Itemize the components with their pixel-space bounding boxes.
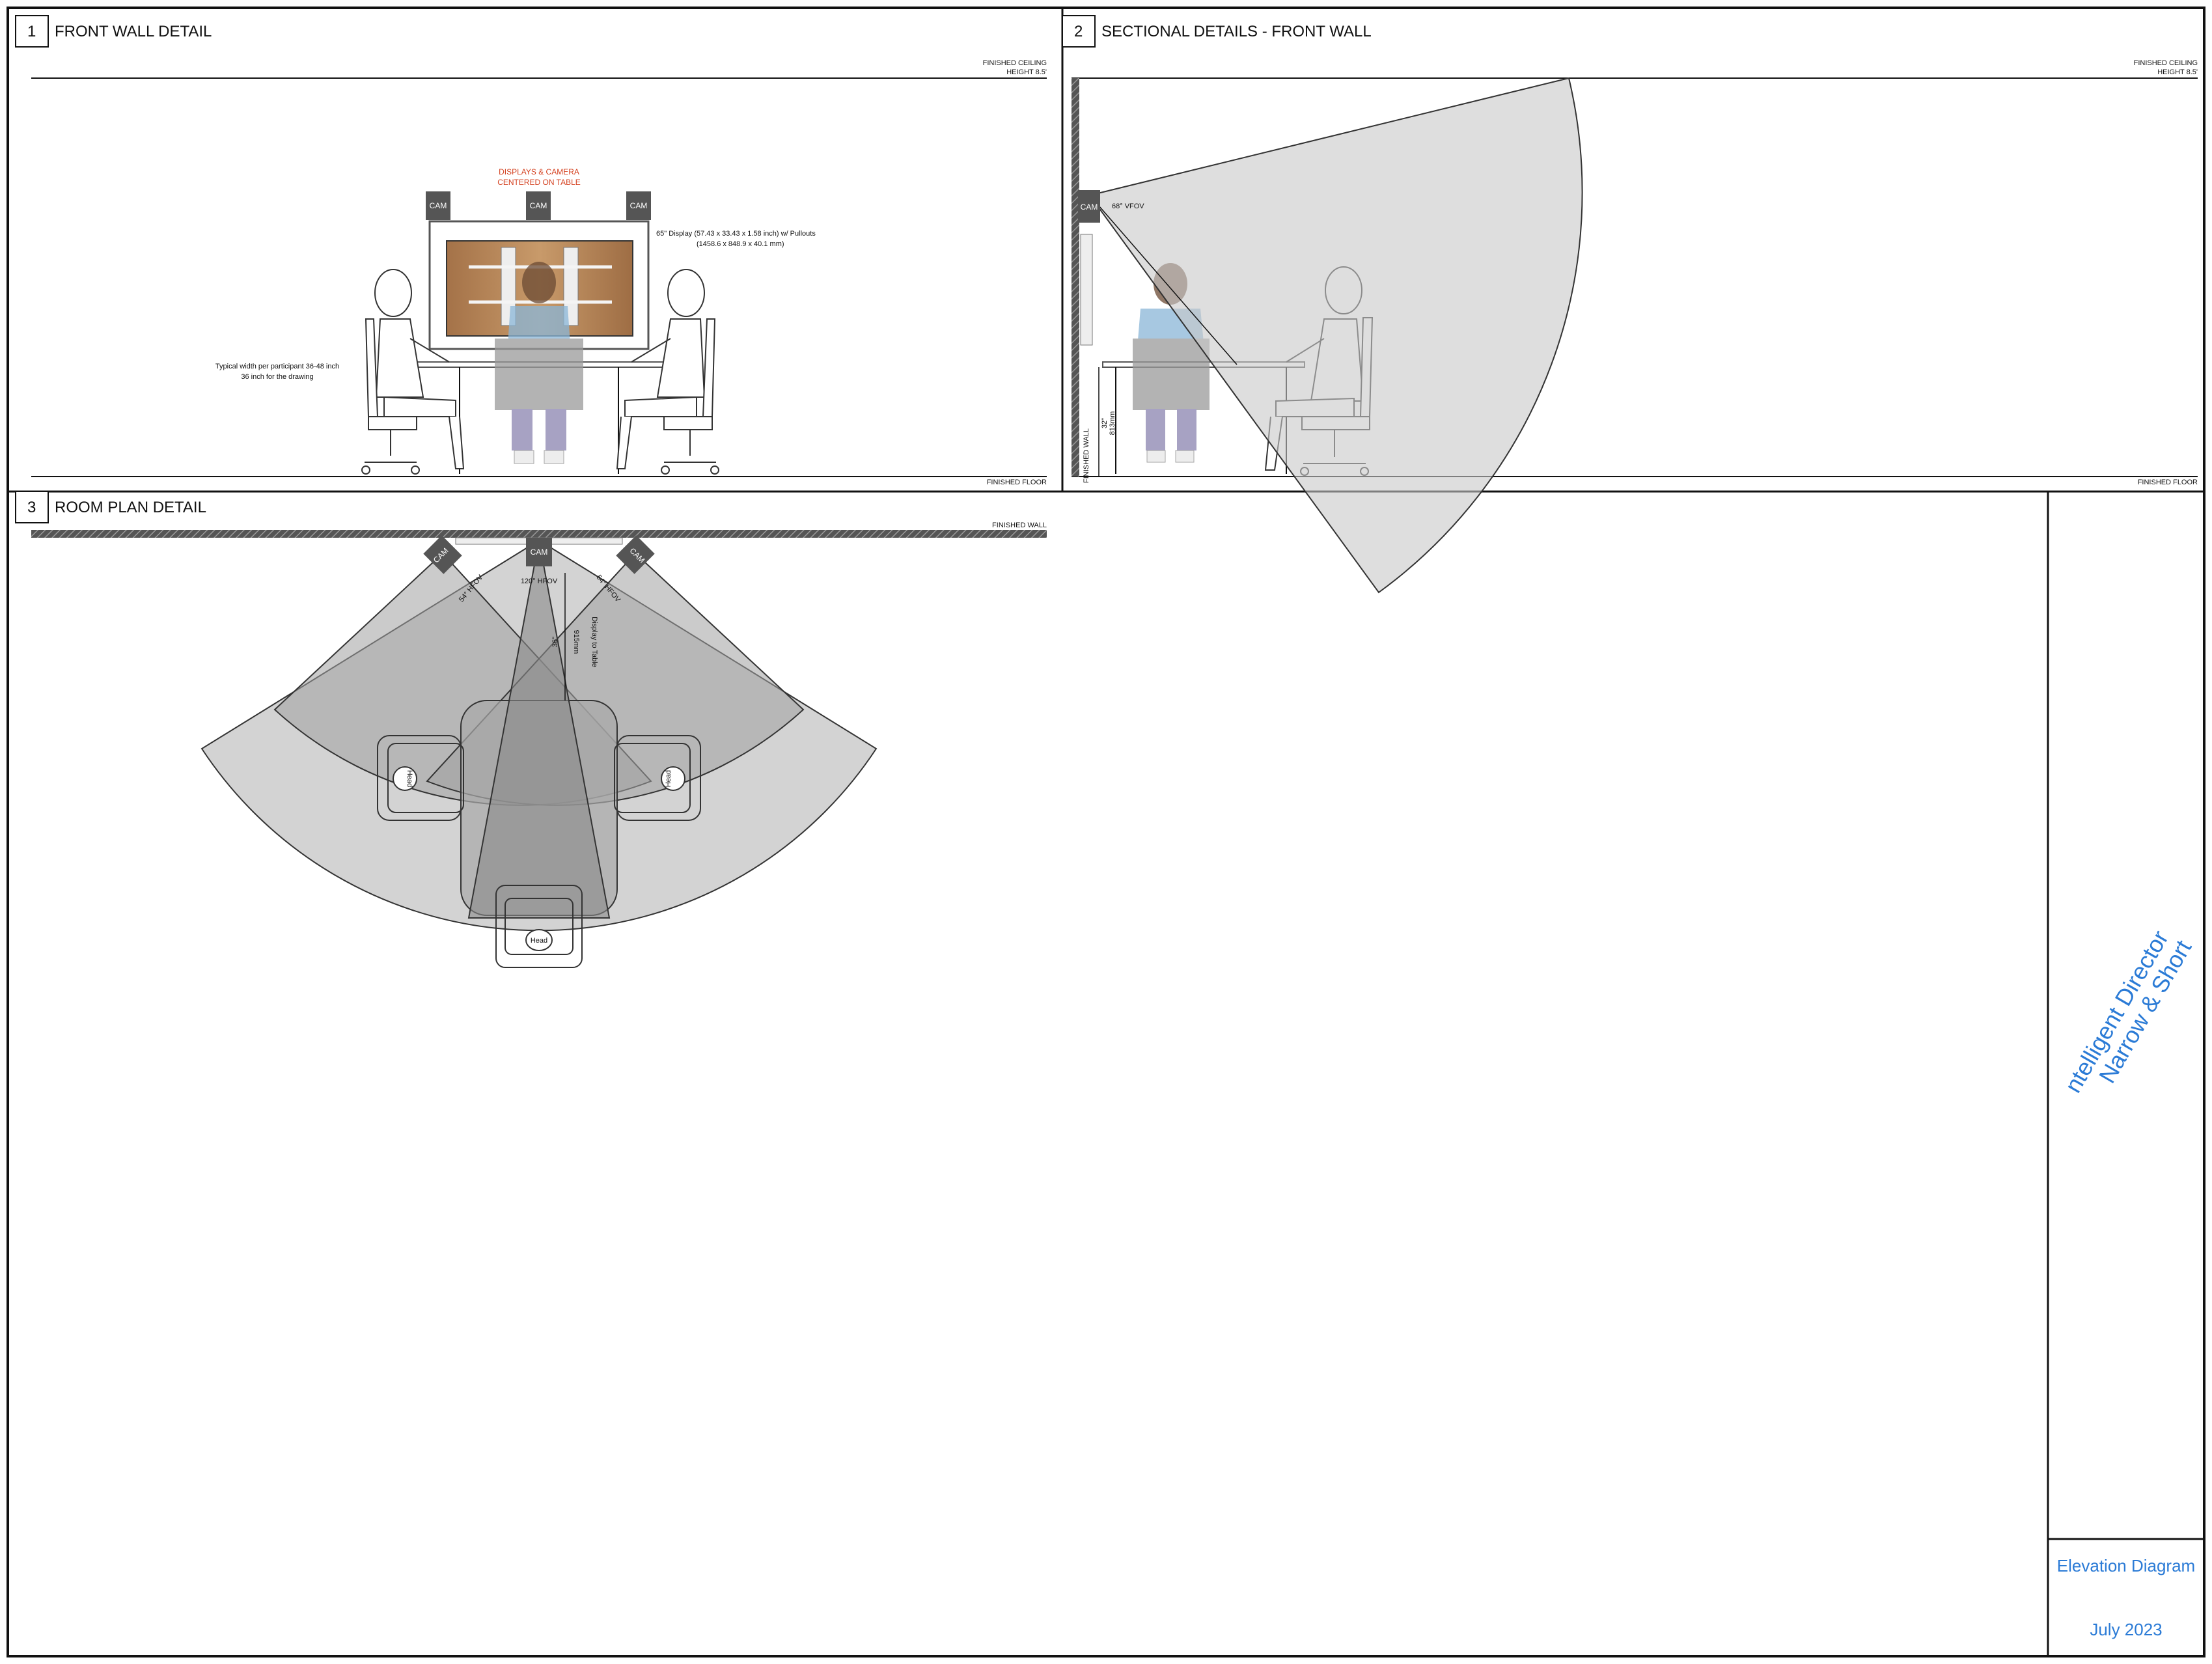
head-label: Head xyxy=(665,770,672,787)
camera-center-label: CAM xyxy=(530,201,547,210)
vfov-label: 68° VFOV xyxy=(1112,202,1144,210)
camera-left-label: CAM xyxy=(430,201,447,210)
panel-title: FRONT WALL DETAIL xyxy=(55,23,212,40)
panel-number: 1 xyxy=(27,23,36,40)
wall-label: FINISHED WALL xyxy=(1083,428,1090,483)
centered-note-line-2: CENTERED ON TABLE xyxy=(497,178,581,187)
wall-section xyxy=(1071,78,1079,477)
sectional-panel: 2 SECTIONAL DETAILS - FRONT WALL FINISHE… xyxy=(1062,15,2198,594)
camera-right-label: CAM xyxy=(630,201,648,210)
camera-label: CAM xyxy=(1081,202,1098,212)
floor-label: FINISHED FLOOR xyxy=(2138,478,2198,486)
distance-dimension-mm: 915mm xyxy=(572,630,580,654)
ceiling-height-label: HEIGHT 8.5' xyxy=(1006,68,1047,76)
distance-dimension-label: Display to Table xyxy=(590,617,598,667)
participant-width-note-line-2: 36 inch for the drawing xyxy=(241,373,313,381)
centered-note: DISPLAYS & CAMERA xyxy=(499,167,579,176)
height-dimension-in: 32" xyxy=(1101,418,1109,428)
plan-wall xyxy=(31,530,1047,538)
panel-title: SECTIONAL DETAILS - FRONT WALL xyxy=(1101,23,1372,40)
hfov-center-label: 120° HFOV xyxy=(521,577,558,585)
head-label: Head xyxy=(406,770,413,787)
head-label: Head xyxy=(531,937,547,945)
sheet-title: Elevation Diagram xyxy=(2057,1556,2195,1575)
display-note-mm: (1458.6 x 848.9 x 40.1 mm) xyxy=(697,240,784,248)
sheet-date: July 2023 xyxy=(2090,1620,2162,1639)
panel-number: 2 xyxy=(1074,23,1083,40)
height-dimension-mm: 813mm xyxy=(1109,411,1116,436)
panel-title: ROOM PLAN DETAIL xyxy=(55,499,206,516)
drawing-sheet: 1 FRONT WALL DETAIL FINISHED CEILING HEI… xyxy=(7,7,2205,1657)
display-note: 65" Display (57.43 x 33.43 x 1.58 inch) … xyxy=(656,230,816,238)
ceiling-label: FINISHED CEILING xyxy=(983,59,1047,67)
participant-width-note: Typical width per participant 36-48 inch xyxy=(215,363,339,370)
camera-center-label: CAM xyxy=(531,548,548,557)
room-plan-panel: 3 ROOM PLAN DETAIL FINISHED WALL Head He… xyxy=(15,491,1047,968)
ceiling-label: FINISHED CEILING xyxy=(2134,59,2198,67)
wall-label: FINISHED WALL xyxy=(992,521,1047,529)
display-side xyxy=(1080,234,1093,346)
distance-dimension-in: 36" xyxy=(551,637,559,647)
floor-label: FINISHED FLOOR xyxy=(987,478,1047,486)
panel-number: 3 xyxy=(27,499,36,516)
title-block: ntelligent Director Narrow & Short Eleva… xyxy=(2057,926,2197,1639)
ceiling-height-label: HEIGHT 8.5' xyxy=(2157,68,2198,76)
front-wall-panel: 1 FRONT WALL DETAIL FINISHED CEILING HEI… xyxy=(15,15,1047,486)
